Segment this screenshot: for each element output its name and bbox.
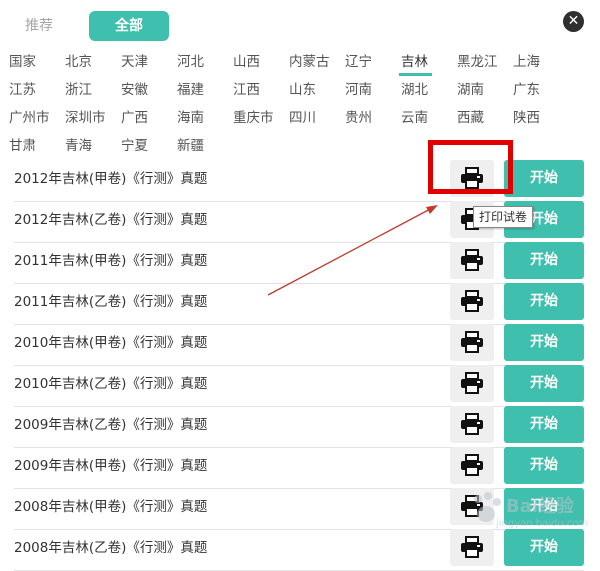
highlight-box: [428, 140, 513, 194]
annotation-arrow: [267, 205, 438, 296]
print-tooltip: 打印试卷: [473, 206, 533, 228]
watermark-text: Bai经验: [506, 496, 575, 517]
watermark: Bai经验 jingyan.baidu.com: [466, 486, 596, 542]
watermark-url: jingyan.baidu.com: [496, 518, 589, 529]
